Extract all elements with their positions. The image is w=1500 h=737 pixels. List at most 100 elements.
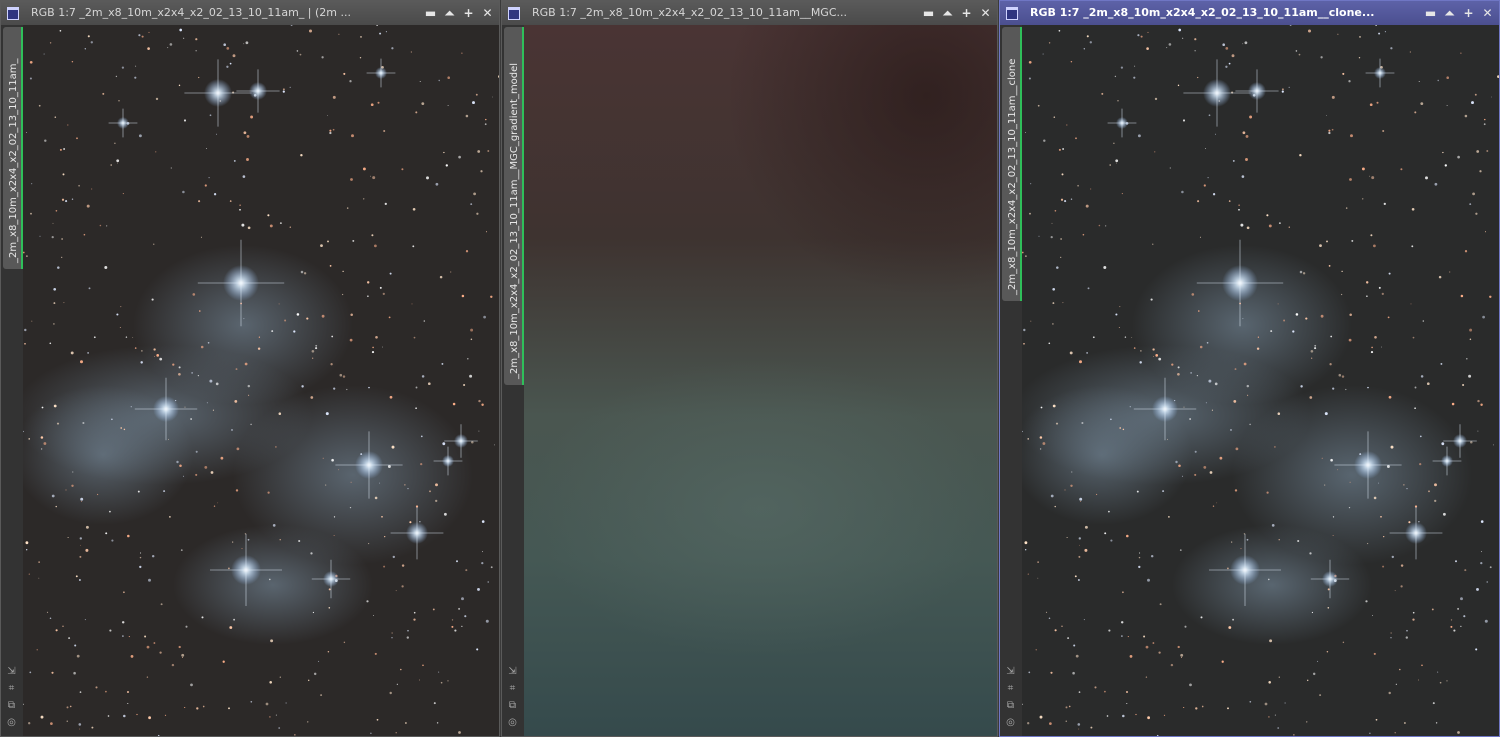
star <box>1037 104 1040 107</box>
star <box>191 372 193 374</box>
fit-icon[interactable]: ⇲ <box>4 665 19 679</box>
star <box>116 159 120 163</box>
star <box>1115 159 1119 163</box>
star <box>84 619 86 621</box>
star <box>247 384 251 388</box>
star <box>1450 619 1453 621</box>
star <box>1475 648 1478 651</box>
clone-icon[interactable]: ⧉ <box>505 699 520 713</box>
star <box>1181 190 1184 194</box>
star <box>411 303 413 305</box>
window-icon[interactable] <box>508 7 520 20</box>
star <box>147 47 150 50</box>
maximize-button[interactable]: + <box>959 1 974 25</box>
shade-button[interactable]: ⏶ <box>1442 1 1457 25</box>
starfield-image <box>23 25 499 736</box>
zoom-icon[interactable]: ⌗ <box>4 682 19 696</box>
window-icon[interactable] <box>1006 7 1018 20</box>
minimize-button[interactable]: ▬ <box>423 1 438 25</box>
gradient-model-image[interactable] <box>524 25 997 736</box>
star <box>71 60 74 63</box>
target-icon[interactable]: ◎ <box>505 716 520 730</box>
star <box>1453 629 1456 632</box>
star <box>420 435 423 438</box>
minimize-button[interactable]: ▬ <box>1423 1 1438 25</box>
star <box>1037 577 1039 579</box>
title-bar[interactable]: RGB 1:7 _2m_x8_10m_x2x4_x2_02_13_10_11am… <box>1 1 499 25</box>
star <box>29 77 32 80</box>
star <box>1266 214 1269 217</box>
image-window-original[interactable]: RGB 1:7 _2m_x8_10m_x2x4_x2_02_13_10_11am… <box>0 0 500 737</box>
star <box>329 131 332 135</box>
target-icon[interactable]: ◎ <box>4 716 19 730</box>
star <box>1460 597 1463 601</box>
star <box>1083 619 1085 621</box>
star <box>1208 114 1211 117</box>
star <box>1153 355 1154 357</box>
star <box>80 360 83 364</box>
target-icon[interactable]: ◎ <box>1003 716 1018 730</box>
shade-button[interactable]: ⏶ <box>442 1 457 25</box>
star <box>1432 702 1435 705</box>
star <box>1485 231 1486 233</box>
star <box>1246 226 1250 230</box>
star <box>44 139 47 142</box>
view-identifier-tab[interactable]: _2m_x8_10m_x2x4_x2_02_13_10_11am__MGC_gr… <box>504 27 524 385</box>
star <box>1268 224 1272 228</box>
maximize-button[interactable]: + <box>1461 1 1476 25</box>
star <box>313 672 317 676</box>
fit-icon[interactable]: ⇲ <box>1003 665 1018 679</box>
star <box>1369 175 1371 177</box>
star <box>1300 385 1303 388</box>
close-button[interactable]: ✕ <box>1480 1 1495 25</box>
window-title: RGB 1:7 _2m_x8_10m_x2x4_x2_02_13_10_11am… <box>1030 6 1375 19</box>
star <box>1411 207 1415 211</box>
clone-icon[interactable]: ⧉ <box>4 699 19 713</box>
star <box>232 54 236 58</box>
star <box>1295 313 1299 316</box>
maximize-button[interactable]: + <box>461 1 476 25</box>
star <box>153 642 156 644</box>
star <box>1306 721 1308 723</box>
image-view[interactable] <box>23 25 499 736</box>
shade-button[interactable]: ⏶ <box>940 1 955 25</box>
star <box>1110 539 1113 542</box>
star <box>1065 706 1068 709</box>
zoom-icon[interactable]: ⌗ <box>1003 682 1018 696</box>
star <box>1331 95 1335 99</box>
star <box>1457 607 1460 610</box>
star <box>352 239 355 242</box>
star <box>202 705 205 708</box>
clone-icon[interactable]: ⧉ <box>1003 699 1018 713</box>
image-window-clone[interactable]: RGB 1:7 _2m_x8_10m_x2x4_x2_02_13_10_11am… <box>999 0 1500 737</box>
view-identifier-tab[interactable]: _2m_x8_10m_x2x4_x2_02_13_10_11am_ <box>3 27 23 269</box>
star <box>178 645 181 649</box>
star <box>160 603 163 606</box>
star <box>75 575 78 578</box>
title-bar[interactable]: RGB 1:7 _2m_x8_10m_x2x4_x2_02_13_10_11am… <box>1000 1 1499 25</box>
star <box>136 713 138 716</box>
star <box>121 66 125 69</box>
star <box>25 541 29 545</box>
view-identifier-tab[interactable]: _2m_x8_10m_x2x4_x2_02_13_10_11am__clone <box>1002 27 1022 301</box>
star <box>1268 716 1270 718</box>
star <box>320 694 323 697</box>
minimize-button[interactable]: ▬ <box>921 1 936 25</box>
star <box>321 314 325 318</box>
star <box>233 618 236 621</box>
star <box>435 182 439 186</box>
window-icon[interactable] <box>7 7 19 20</box>
image-view[interactable] <box>1022 25 1499 736</box>
fit-icon[interactable]: ⇲ <box>505 665 520 679</box>
title-bar[interactable]: RGB 1:7 _2m_x8_10m_x2x4_x2_02_13_10_11am… <box>502 1 997 25</box>
image-window-gradient-model[interactable]: RGB 1:7 _2m_x8_10m_x2x4_x2_02_13_10_11am… <box>501 0 998 737</box>
star <box>79 555 82 558</box>
zoom-icon[interactable]: ⌗ <box>505 682 520 696</box>
close-button[interactable]: ✕ <box>978 1 993 25</box>
starfield-image <box>1022 25 1499 736</box>
close-button[interactable]: ✕ <box>480 1 495 25</box>
star <box>1361 167 1365 171</box>
star <box>1410 303 1412 305</box>
star <box>1137 34 1140 37</box>
star <box>1194 38 1197 41</box>
